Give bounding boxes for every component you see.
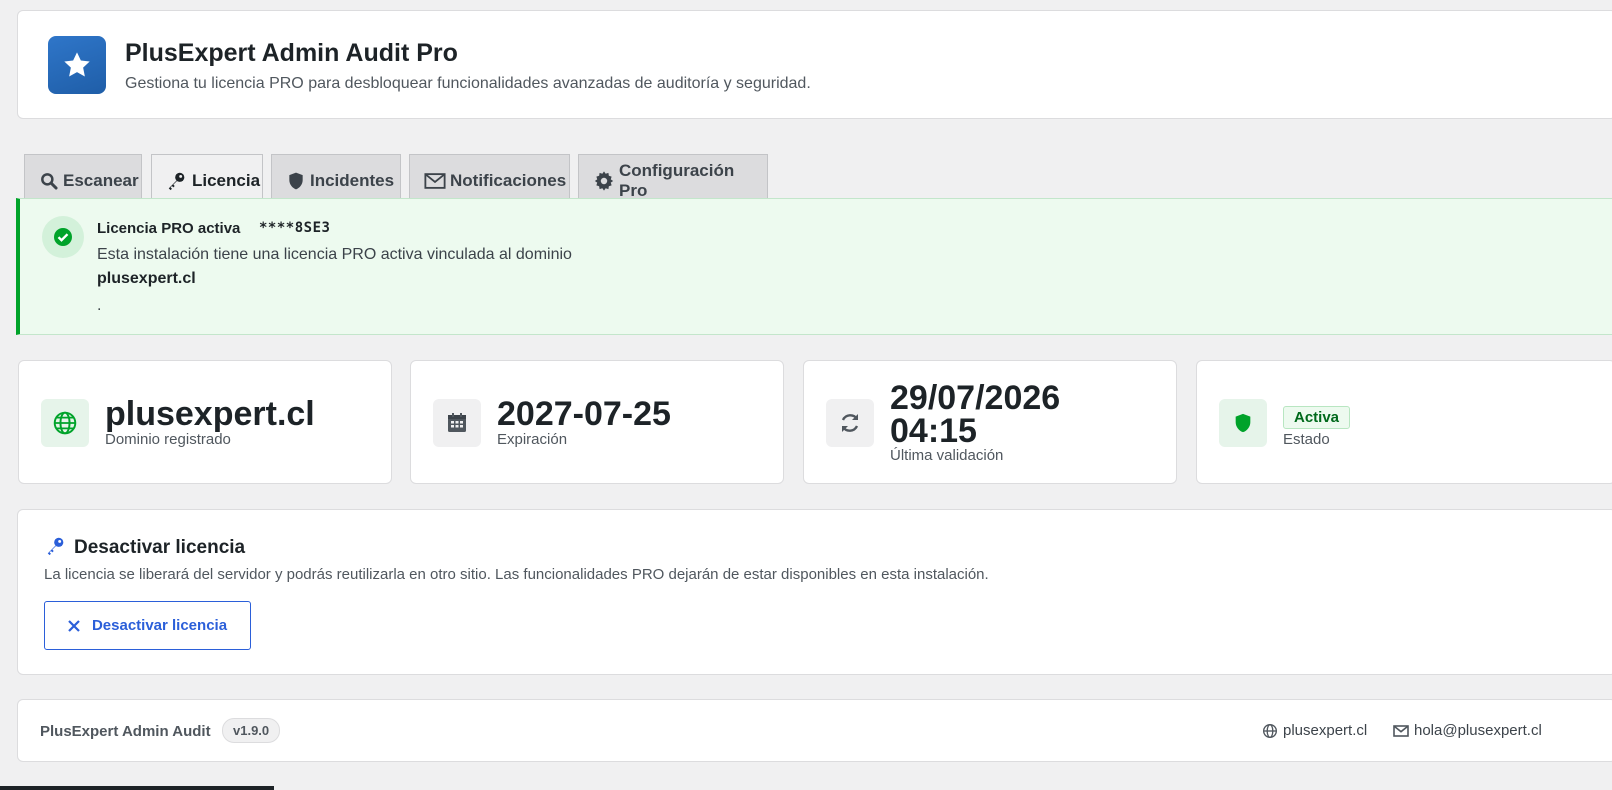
- notice-text: Esta instalación tiene una licencia PRO …: [97, 246, 572, 263]
- footer-website-link[interactable]: plusexpert.cl: [1262, 722, 1367, 739]
- notice-title: Licencia PRO activa: [97, 220, 241, 237]
- version-badge: v1.9.0: [222, 718, 281, 743]
- globe-icon: [41, 399, 89, 447]
- stat-value: 2027-07-25: [497, 395, 671, 433]
- tab-label: Licencia: [192, 171, 261, 190]
- tab-incidentes[interactable]: Incidentes: [271, 154, 401, 198]
- stat-card-expiration: 2027-07-25 Expiración: [410, 360, 784, 484]
- footer-email-link[interactable]: hola@plusexpert.cl: [1393, 722, 1542, 739]
- deactivate-license-card: Desactivar licencia La licencia se liber…: [17, 509, 1612, 675]
- tab-configuracion-pro[interactable]: Configuración Pro: [578, 154, 768, 200]
- shield-icon: [289, 172, 303, 189]
- tab-label: Configuración Pro: [619, 160, 735, 200]
- check-circle-icon: [42, 216, 84, 258]
- page-title: PlusExpert Admin Audit Pro: [125, 39, 458, 67]
- key-icon: [45, 535, 67, 562]
- stat-value: 29/07/2026 04:15: [890, 379, 1061, 450]
- footer-email-text: hola@plusexpert.cl: [1414, 722, 1542, 739]
- deactivate-description: La licencia se liberará del servidor y p…: [44, 566, 989, 583]
- deactivate-title: Desactivar licencia: [74, 537, 246, 558]
- scrollbar-strip: [0, 786, 274, 790]
- tab-notificaciones[interactable]: Notificaciones: [409, 154, 570, 198]
- calendar-icon: [433, 399, 481, 447]
- header-card: PlusExpert Admin Audit Pro Gestiona tu l…: [17, 10, 1612, 119]
- stat-label: Expiración: [497, 431, 568, 448]
- notice-domain: plusexpert.cl: [97, 270, 196, 287]
- tab-label: Escanear: [63, 170, 139, 190]
- license-active-notice: Licencia PRO activa ****8SE3 Esta instal…: [16, 198, 1612, 335]
- deactivate-button-label: Desactivar licencia: [91, 617, 228, 634]
- tab-label: Incidentes: [310, 170, 395, 190]
- tab-escanear[interactable]: Escanear: [24, 154, 142, 198]
- tab-label: Notificaciones: [450, 170, 567, 190]
- tab-licencia[interactable]: Licencia: [151, 154, 263, 199]
- deactivate-license-button[interactable]: Desactivar licencia: [44, 601, 251, 650]
- stat-card-status: Activa Estado: [1196, 360, 1612, 484]
- license-key-masked: ****8SE3: [259, 220, 331, 236]
- close-icon: [68, 619, 80, 632]
- stat-label: Estado: [1283, 431, 1330, 448]
- stat-value: plusexpert.cl: [105, 395, 315, 433]
- footer-website-text: plusexpert.cl: [1283, 722, 1368, 739]
- page-subtitle: Gestiona tu licencia PRO para desbloquea…: [125, 75, 811, 92]
- stat-label: Última validación: [890, 447, 1004, 464]
- stat-value-time: 04:15: [890, 412, 977, 450]
- shield-icon: [1219, 399, 1267, 447]
- status-badge: Activa: [1283, 406, 1351, 429]
- search-icon: [41, 172, 58, 190]
- footer-product-name: PlusExpert Admin Audit: [40, 723, 211, 740]
- envelope-icon: [1393, 724, 1409, 737]
- stat-card-last-validation: 29/07/2026 04:15 Última validación: [803, 360, 1177, 484]
- globe-icon: [1263, 723, 1277, 738]
- stat-label: Dominio registrado: [105, 431, 231, 448]
- gear-icon: [594, 170, 614, 191]
- key-icon: [168, 172, 185, 191]
- star-icon: [48, 36, 106, 94]
- refresh-icon: [826, 399, 874, 447]
- notice-suffix: .: [97, 297, 102, 314]
- stat-value-date: 29/07/2026: [890, 379, 1061, 417]
- stat-card-domain: plusexpert.cl Dominio registrado: [18, 360, 392, 484]
- footer: PlusExpert Admin Audit v1.9.0 plusexpert…: [17, 699, 1612, 762]
- envelope-icon: [424, 172, 446, 189]
